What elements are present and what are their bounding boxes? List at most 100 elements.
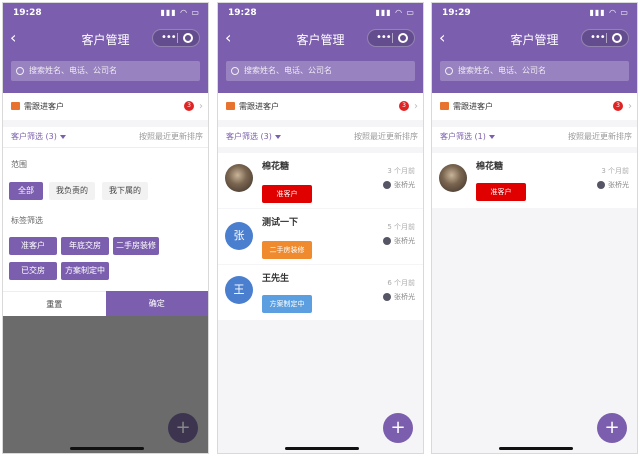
customer-card[interactable]: 王 王先生 方案制定中 6 个月前 张桥光 bbox=[218, 265, 423, 320]
owner-avatar bbox=[597, 181, 605, 189]
sort-selector[interactable]: 按照最近更新排序 bbox=[139, 127, 203, 147]
customer-filter-toggle[interactable]: 客户筛选 (1) bbox=[440, 127, 495, 147]
header: 19:28 ▮▮▮ ◠ ▭ ‹ 客户管理 ••• 搜索姓名、电话、公司名 bbox=[3, 3, 208, 93]
owner-name: 张桥光 bbox=[608, 181, 629, 189]
follow-up-customers-row[interactable]: 需跟进客户 3 › bbox=[3, 93, 208, 120]
customer-filter-toggle[interactable]: 客户筛选 (3) bbox=[11, 127, 66, 147]
updated-time: 6 个月前 bbox=[387, 279, 415, 287]
search-input[interactable]: 搜索姓名、电话、公司名 bbox=[11, 61, 200, 81]
filter-bar: 客户筛选 (3) 按照最近更新排序 bbox=[3, 127, 208, 147]
sort-selector[interactable]: 按照最近更新排序 bbox=[568, 127, 632, 147]
close-target-icon[interactable] bbox=[398, 33, 408, 43]
add-customer-button[interactable]: + bbox=[168, 413, 198, 443]
follow-up-count-badge: 3 bbox=[399, 101, 409, 111]
owner: 张桥光 bbox=[597, 180, 629, 190]
search-input[interactable]: 搜索姓名、电话、公司名 bbox=[440, 61, 629, 81]
owner: 张桥光 bbox=[383, 236, 415, 246]
add-customer-button[interactable]: + bbox=[597, 413, 627, 443]
close-target-icon[interactable] bbox=[612, 33, 622, 43]
scope-option-mine[interactable]: 我负责的 bbox=[49, 182, 95, 200]
capsule-divider bbox=[606, 33, 607, 43]
chevron-right-icon: › bbox=[628, 101, 632, 112]
status-time: 19:28 bbox=[13, 8, 42, 18]
tag-option-prospect[interactable]: 准客户 bbox=[9, 237, 57, 255]
phone-screen-filter: 19:28 ▮▮▮ ◠ ▭ ‹ 客户管理 ••• 搜索姓名、电话、公司名 需跟进… bbox=[2, 2, 209, 454]
scope-option-subordinates[interactable]: 我下属的 bbox=[102, 182, 148, 200]
customer-name: 测试一下 bbox=[262, 218, 299, 228]
customer-name: 棉花糖 bbox=[476, 162, 504, 172]
filter-bar: 客户筛选 (3) 按照最近更新排序 bbox=[218, 127, 423, 147]
customer-tag: 二手房装修 bbox=[262, 241, 312, 259]
home-indicator bbox=[70, 447, 144, 450]
customer-card[interactable]: 棉花糖 准客户 3 个月前 张桥光 bbox=[432, 153, 637, 208]
avatar: 张 bbox=[225, 222, 253, 250]
follow-up-customers-row[interactable]: 需跟进客户 3 › bbox=[432, 93, 637, 120]
filter-action-row: 重置 确定 bbox=[3, 291, 208, 316]
caret-down-icon bbox=[274, 134, 281, 139]
search-placeholder: 搜索姓名、电话、公司名 bbox=[458, 66, 546, 75]
avatar bbox=[225, 164, 253, 192]
updated-time: 5 个月前 bbox=[387, 223, 415, 231]
status-bar: 19:28 ▮▮▮ ◠ ▭ bbox=[228, 8, 415, 22]
search-icon bbox=[16, 67, 24, 75]
search-placeholder: 搜索姓名、电话、公司名 bbox=[244, 66, 332, 75]
capsule-divider bbox=[392, 33, 393, 43]
scope-option-all[interactable]: 全部 bbox=[9, 182, 43, 200]
home-indicator bbox=[285, 447, 359, 450]
owner-name: 张桥光 bbox=[394, 293, 415, 301]
briefcase-icon bbox=[226, 102, 235, 110]
owner-avatar bbox=[383, 181, 391, 189]
more-icon[interactable]: ••• bbox=[376, 31, 392, 45]
chevron-right-icon: › bbox=[414, 101, 418, 112]
search-placeholder: 搜索姓名、电话、公司名 bbox=[29, 66, 117, 75]
follow-up-label: 需跟进客户 bbox=[239, 102, 279, 111]
sort-selector[interactable]: 按照最近更新排序 bbox=[354, 127, 418, 147]
signal-wifi-battery-icon: ▮▮▮ ◠ ▭ bbox=[160, 8, 200, 17]
owner-name: 张桥光 bbox=[394, 181, 415, 189]
caret-down-icon bbox=[59, 134, 66, 139]
follow-up-label: 需跟进客户 bbox=[24, 102, 64, 111]
nav-bar: ‹ 客户管理 ••• bbox=[432, 27, 637, 51]
customer-card[interactable]: 棉花糖 准客户 3 个月前 张桥光 bbox=[218, 153, 423, 208]
customer-tag: 方案制定中 bbox=[262, 295, 312, 313]
miniapp-capsule: ••• bbox=[152, 29, 200, 47]
scope-title: 范围 bbox=[11, 160, 27, 169]
tag-option-resale-renovation[interactable]: 二手房装修 bbox=[113, 237, 159, 255]
search-input[interactable]: 搜索姓名、电话、公司名 bbox=[226, 61, 415, 81]
owner: 张桥光 bbox=[383, 180, 415, 190]
miniapp-capsule: ••• bbox=[367, 29, 415, 47]
reset-button[interactable]: 重置 bbox=[3, 291, 106, 316]
miniapp-capsule: ••• bbox=[581, 29, 629, 47]
close-target-icon[interactable] bbox=[183, 33, 193, 43]
briefcase-icon bbox=[440, 102, 449, 110]
customer-name: 棉花糖 bbox=[262, 162, 290, 172]
tag-option-year-end-handover[interactable]: 年底交房 bbox=[61, 237, 109, 255]
tag-option-handed-over[interactable]: 已交房 bbox=[9, 262, 57, 280]
updated-time: 3 个月前 bbox=[601, 167, 629, 175]
follow-up-customers-row[interactable]: 需跟进客户 3 › bbox=[218, 93, 423, 120]
updated-time: 3 个月前 bbox=[387, 167, 415, 175]
follow-up-count-badge: 3 bbox=[184, 101, 194, 111]
customer-card[interactable]: 张 测试一下 二手房装修 5 个月前 张桥光 bbox=[218, 209, 423, 264]
add-customer-button[interactable]: + bbox=[383, 413, 413, 443]
tag-option-plan-in-progress[interactable]: 方案制定中 bbox=[61, 262, 109, 280]
home-indicator bbox=[499, 447, 573, 450]
more-icon[interactable]: ••• bbox=[161, 31, 177, 45]
tag-filter-title: 标签筛选 bbox=[11, 216, 43, 225]
filter-panel: 范围 全部 我负责的 我下属的 标签筛选 准客户 年底交房 二手房装修 已交房 … bbox=[3, 147, 208, 315]
phone-screen-list: 19:28 ▮▮▮ ◠ ▭ ‹ 客户管理 ••• 搜索姓名、电话、公司名 需跟进… bbox=[217, 2, 424, 454]
header: 19:28 ▮▮▮ ◠ ▭ ‹ 客户管理 ••• 搜索姓名、电话、公司名 bbox=[218, 3, 423, 93]
more-icon[interactable]: ••• bbox=[590, 31, 606, 45]
search-icon bbox=[445, 67, 453, 75]
customer-filter-toggle[interactable]: 客户筛选 (3) bbox=[226, 127, 281, 147]
search-icon bbox=[231, 67, 239, 75]
customer-tag: 准客户 bbox=[262, 185, 312, 203]
customer-name: 王先生 bbox=[262, 274, 290, 284]
caret-down-icon bbox=[488, 134, 495, 139]
nav-bar: ‹ 客户管理 ••• bbox=[218, 27, 423, 51]
avatar bbox=[439, 164, 467, 192]
status-time: 19:29 bbox=[442, 8, 471, 18]
chevron-right-icon: › bbox=[199, 101, 203, 112]
confirm-button[interactable]: 确定 bbox=[105, 291, 208, 316]
follow-up-label: 需跟进客户 bbox=[453, 102, 493, 111]
